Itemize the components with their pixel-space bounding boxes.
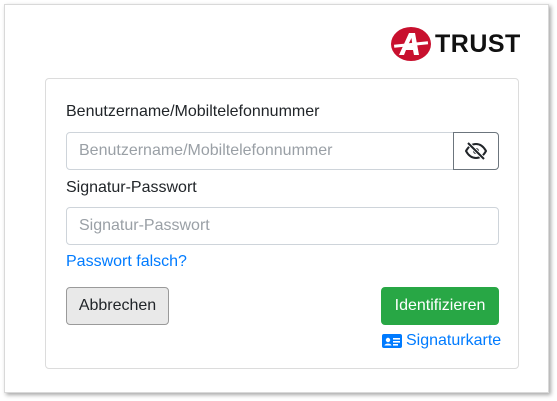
password-input[interactable]: [66, 207, 499, 245]
brand-name: TRUST: [435, 29, 521, 58]
login-window: TRUST Benutzername/Mobiltelefonnummer Si…: [4, 4, 549, 393]
a-trust-logo-mark: [391, 27, 431, 61]
username-input[interactable]: [66, 132, 454, 170]
brand-logo: TRUST: [390, 26, 521, 62]
password-label: Signatur-Passwort: [66, 179, 197, 196]
eye-slash-icon: [465, 142, 487, 160]
cancel-button[interactable]: Abbrechen: [66, 287, 169, 325]
forgot-password-link[interactable]: Passwort falsch?: [66, 253, 187, 271]
signature-card-link[interactable]: Signaturkarte: [382, 332, 501, 350]
toggle-visibility-button[interactable]: [453, 132, 499, 170]
username-label: Benutzername/Mobiltelefonnummer: [66, 103, 320, 120]
login-card: Benutzername/Mobiltelefonnummer Signatur…: [45, 78, 519, 369]
signature-card-label: Signaturkarte: [406, 332, 502, 349]
identify-button[interactable]: Identifizieren: [381, 287, 499, 325]
id-card-icon: [382, 334, 402, 348]
